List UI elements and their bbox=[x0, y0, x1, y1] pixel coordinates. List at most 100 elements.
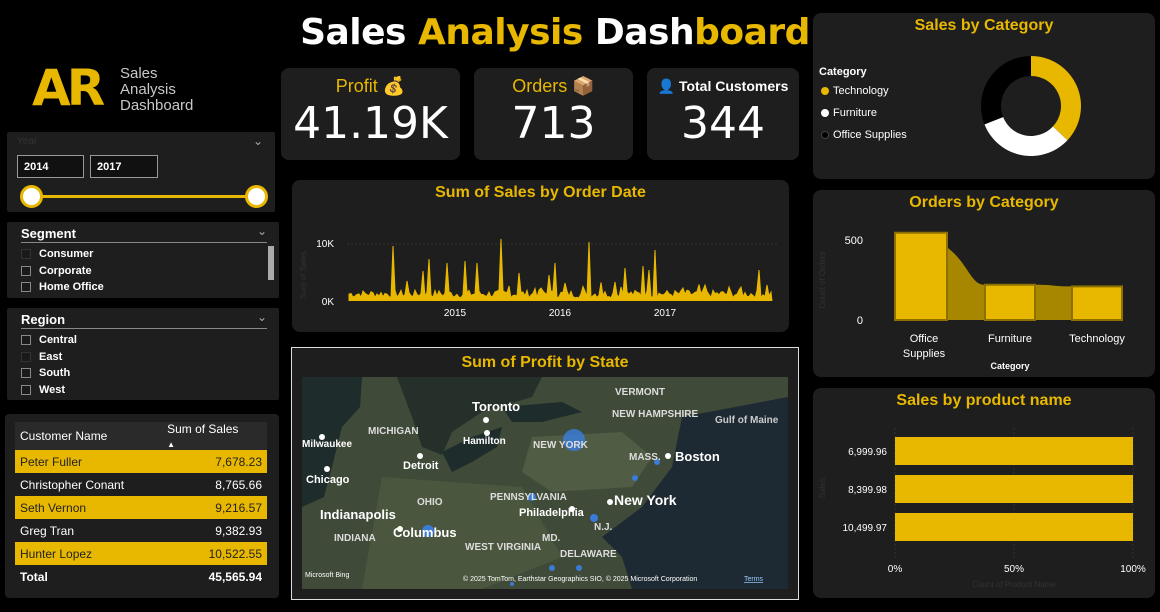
segment-slicer: Segment ⌄ Consumer Corporate Home Office bbox=[7, 222, 279, 298]
map-label: DELAWARE bbox=[560, 549, 617, 560]
y-tick-label: 6,999.96 bbox=[848, 447, 887, 458]
map-label: PENNSYLVANIA bbox=[490, 492, 567, 503]
kpi-label: 👤 Total Customers bbox=[657, 78, 789, 94]
cell-customer: Greg Tran bbox=[20, 523, 75, 538]
bar-technology[interactable] bbox=[1071, 285, 1123, 322]
cell-total-value: 45,565.94 bbox=[208, 569, 262, 584]
x-tick-label: 0% bbox=[888, 564, 903, 575]
checkbox[interactable] bbox=[21, 385, 31, 395]
map-label: N.J. bbox=[594, 522, 613, 533]
map-label: Detroit bbox=[403, 460, 439, 472]
checkbox[interactable] bbox=[21, 368, 31, 378]
year-start-input[interactable]: 2014 bbox=[17, 155, 84, 178]
table-row[interactable]: Greg Tran 9,382.93 bbox=[15, 519, 267, 542]
column-header-customer[interactable]: Customer Name bbox=[15, 422, 162, 450]
table-row[interactable]: Seth Vernon 9,216.57 bbox=[15, 496, 267, 519]
chevron-down-icon[interactable]: ⌄ bbox=[257, 224, 267, 238]
logo: AR Sales Analysis Dashboard bbox=[32, 59, 193, 117]
map-label: Milwaukee bbox=[302, 439, 352, 450]
logo-mark: AR bbox=[32, 59, 105, 117]
x-tick-label: Technology bbox=[1069, 333, 1125, 345]
table-header-row: Customer Name Sum of Sales ▲ bbox=[15, 422, 267, 450]
profit-bubble[interactable] bbox=[590, 514, 598, 522]
chevron-down-icon[interactable]: ⌄ bbox=[253, 134, 263, 148]
x-tick-label: 50% bbox=[1004, 564, 1024, 575]
chevron-down-icon[interactable]: ⌄ bbox=[257, 310, 267, 324]
map-label: Toronto bbox=[472, 399, 520, 414]
y-axis-label: Sales bbox=[818, 478, 827, 498]
checkbox[interactable] bbox=[21, 352, 31, 362]
kpi-card-customers: 👤 Total Customers 344 bbox=[647, 68, 799, 160]
year-slider-start-handle[interactable] bbox=[20, 185, 43, 208]
legend-marker bbox=[821, 109, 829, 117]
option-label: Home Office bbox=[39, 281, 104, 293]
cell-total-label: Total bbox=[20, 569, 48, 584]
x-tick-label: 2015 bbox=[444, 308, 467, 319]
region-option-west[interactable]: West bbox=[21, 383, 65, 397]
region-option-central[interactable]: Central bbox=[21, 333, 77, 347]
y-axis-label: Sum of Sales bbox=[299, 251, 308, 299]
kpi-label: Orders 📦 bbox=[512, 76, 595, 96]
donut-slice-furniture[interactable] bbox=[984, 117, 1068, 156]
y-tick-label: 8,399.98 bbox=[848, 485, 887, 496]
orders-chart-svg: Count of Orders 500 0 Office Supplies Fur… bbox=[818, 231, 1125, 371]
map-label: NEW HAMPSHIRE bbox=[612, 409, 698, 420]
year-slider-track[interactable] bbox=[31, 195, 257, 198]
map-label: Chicago bbox=[306, 474, 350, 486]
region-option-east[interactable]: East bbox=[21, 350, 62, 364]
table-row[interactable]: Peter Fuller 7,678.23 bbox=[15, 450, 267, 473]
segment-slicer-title: Segment bbox=[21, 226, 76, 241]
profit-bubble[interactable] bbox=[549, 565, 555, 571]
legend-item[interactable]: Technology bbox=[821, 85, 889, 97]
column-header-label: Sum of Sales bbox=[167, 422, 239, 436]
bar-product-0[interactable] bbox=[895, 437, 1133, 465]
kpi-label: Profit 💰 bbox=[335, 76, 406, 96]
segment-option-corporate[interactable]: Corporate bbox=[21, 264, 92, 278]
orders-by-category-chart: Orders by Category Count of Orders 500 0… bbox=[813, 190, 1155, 377]
kpi-value: 713 bbox=[511, 98, 596, 149]
legend-item[interactable]: Furniture bbox=[821, 107, 877, 119]
profit-bubble[interactable] bbox=[632, 475, 638, 481]
table-row[interactable]: Hunter Lopez 10,522.55 bbox=[15, 542, 267, 565]
cell-sales: 9,382.93 bbox=[215, 523, 262, 538]
bar-furniture[interactable] bbox=[984, 283, 1036, 321]
map-canvas[interactable]: Toronto MICHIGAN Hamilton Milwaukee Detr… bbox=[302, 377, 788, 589]
checkbox[interactable] bbox=[21, 249, 31, 259]
checkbox[interactable] bbox=[21, 266, 31, 276]
year-slicer[interactable]: Year ⌄ 2014 2017 bbox=[7, 132, 275, 212]
column-header-sales[interactable]: Sum of Sales ▲ bbox=[162, 422, 267, 450]
terms-link[interactable]: Terms bbox=[744, 576, 764, 583]
map-label: Indianapolis bbox=[320, 507, 396, 522]
title-word-dash: Dash bbox=[594, 12, 695, 53]
donut-slice-technology[interactable] bbox=[1031, 56, 1081, 141]
profit-by-state-map-panel: Sum of Profit by State Toronto MICHIGAN … bbox=[291, 347, 799, 600]
legend-label: Technology bbox=[833, 85, 889, 97]
donut-slice-office-supplies[interactable] bbox=[981, 56, 1031, 125]
logo-text-line: Sales bbox=[120, 65, 158, 82]
profit-bubble[interactable] bbox=[576, 565, 582, 571]
segment-option-consumer[interactable]: Consumer bbox=[21, 247, 93, 261]
city-dot bbox=[665, 453, 671, 459]
y-tick-label: 0 bbox=[857, 315, 863, 327]
segment-option-home-office[interactable]: Home Office bbox=[21, 280, 104, 294]
kpi-value: 41.19K bbox=[293, 98, 448, 149]
region-option-south[interactable]: South bbox=[21, 366, 70, 380]
bar-product-2[interactable] bbox=[895, 513, 1133, 541]
sales-by-date-chart: Sum of Sales by Order Date Sum of Sales … bbox=[292, 180, 789, 332]
map-label: INDIANA bbox=[334, 533, 376, 544]
legend-item[interactable]: Office Supplies bbox=[821, 129, 907, 141]
table-row[interactable]: Christopher Conant 8,765.66 bbox=[15, 473, 267, 496]
table-total-row: Total 45,565.94 bbox=[15, 565, 267, 588]
cell-customer: Christopher Conant bbox=[20, 477, 125, 492]
scrollbar[interactable] bbox=[268, 246, 274, 280]
map-label: WEST VIRGINIA bbox=[465, 542, 541, 553]
year-end-input[interactable]: 2017 bbox=[90, 155, 158, 178]
cell-customer: Seth Vernon bbox=[15, 496, 163, 519]
bar-product-1[interactable] bbox=[895, 475, 1133, 503]
map-label: VERMONT bbox=[615, 387, 665, 398]
checkbox[interactable] bbox=[21, 335, 31, 345]
customer-sales-table: Customer Name Sum of Sales ▲ Peter Fuller… bbox=[5, 414, 279, 598]
checkbox[interactable] bbox=[21, 282, 31, 292]
bar-office-supplies[interactable] bbox=[894, 231, 948, 321]
year-slider-end-handle[interactable] bbox=[245, 185, 268, 208]
